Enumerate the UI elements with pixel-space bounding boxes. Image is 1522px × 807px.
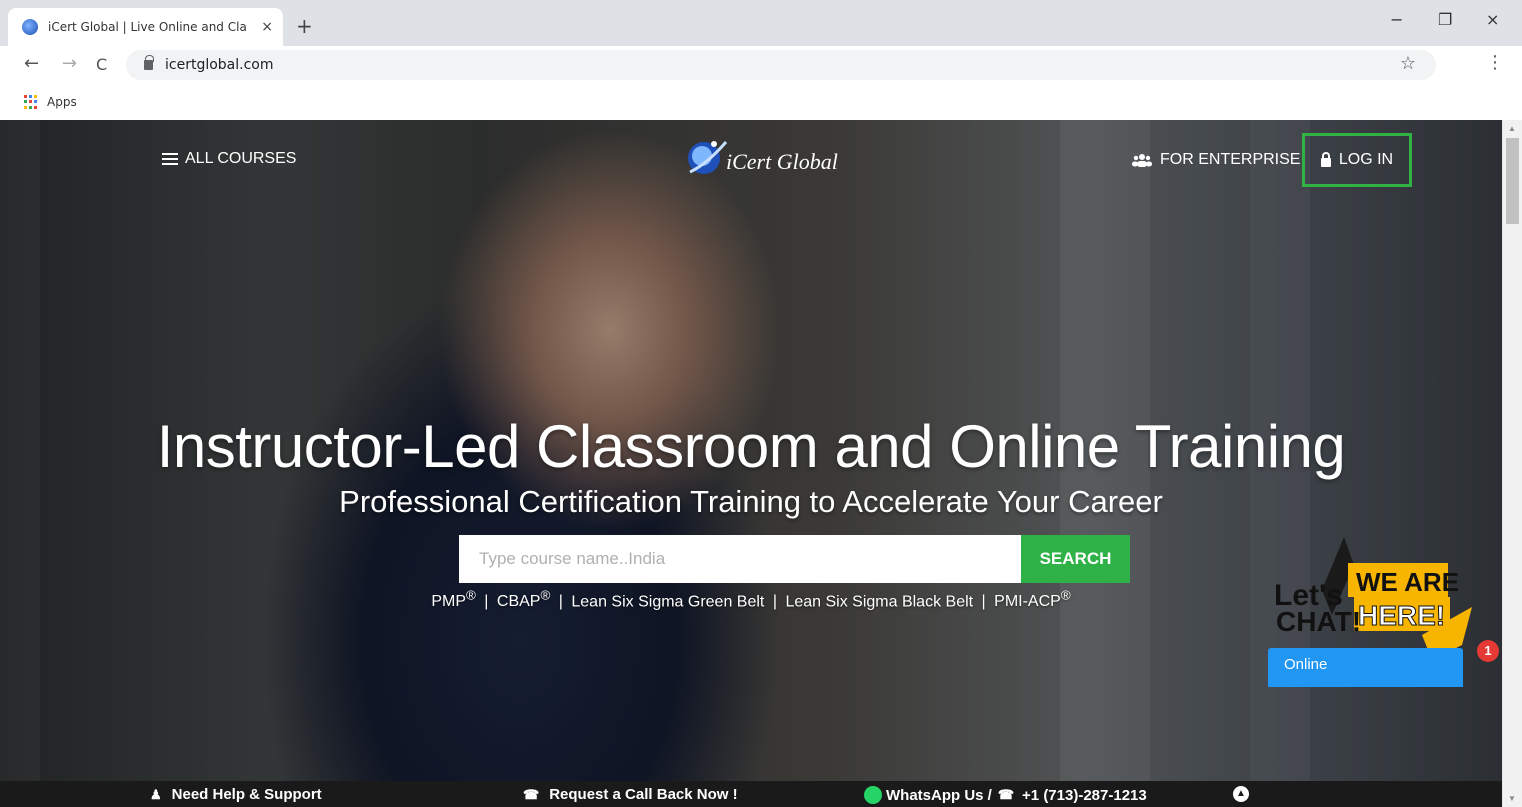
new-tab-button[interactable]: +: [296, 14, 313, 38]
site-logo[interactable]: iCert Global: [682, 134, 838, 178]
whatsapp-icon: [864, 786, 882, 804]
bookmark-star-icon[interactable]: ☆: [1400, 53, 1416, 74]
restore-button[interactable]: ❐: [1438, 10, 1452, 29]
user-icon: ♟: [150, 786, 162, 802]
course-link-pmi-acp[interactable]: PMI-ACP®: [994, 588, 1071, 610]
scroll-top-chevron-icon[interactable]: ▲: [1233, 786, 1249, 802]
for-enterprise-label: FOR ENTERPRISE: [1160, 151, 1301, 168]
page-scrollbar[interactable]: ▲ ▼: [1502, 120, 1522, 807]
tab-title: iCert Global | Live Online and Cla: [48, 20, 247, 34]
hero-section: ALL COURSES iCert Global FOR ENTERPRISE …: [0, 120, 1502, 807]
request-callback-link[interactable]: ☎ Request a Call Back Now !: [523, 786, 738, 803]
window-close-button[interactable]: ×: [1486, 10, 1499, 29]
search-button[interactable]: SEARCH: [1021, 535, 1130, 583]
login-label: LOG IN: [1338, 151, 1394, 168]
all-courses-label: ALL COURSES: [185, 150, 297, 167]
browser-tabstrip: iCert Global | Live Online and Cla × + −…: [0, 0, 1522, 46]
users-icon: [1132, 154, 1152, 167]
course-link-lssgb[interactable]: Lean Six Sigma Green Belt: [571, 593, 764, 610]
bottom-contact-bar: ♟ Need Help & Support ☎ Request a Call B…: [0, 781, 1502, 807]
minimize-button[interactable]: −: [1390, 10, 1403, 29]
course-search-input[interactable]: [459, 535, 1021, 583]
lock-icon: [1320, 151, 1331, 167]
chat-online-tab[interactable]: Online: [1268, 648, 1463, 687]
browser-toolbar: ← → C icertglobal.com ☆: [0, 46, 1522, 84]
for-enterprise-link[interactable]: FOR ENTERPRISE: [1132, 151, 1300, 169]
phone-icon: ☎: [523, 786, 540, 802]
chat-chat-text: CHAT!: [1276, 606, 1361, 637]
scroll-thumb[interactable]: [1506, 138, 1519, 224]
whatsapp-label: WhatsApp Us /: [886, 786, 992, 804]
address-url: icertglobal.com: [165, 57, 274, 73]
all-courses-menu[interactable]: ALL COURSES: [162, 150, 296, 168]
login-button[interactable]: LOG IN: [1302, 133, 1412, 187]
apps-grid-icon: [24, 94, 39, 110]
chat-here-text: HERE!: [1358, 600, 1445, 631]
course-link-lssbb[interactable]: Lean Six Sigma Black Belt: [785, 593, 973, 610]
address-bar[interactable]: icertglobal.com ☆: [126, 50, 1436, 80]
course-link-pmp[interactable]: PMP®: [431, 588, 476, 610]
scroll-down-arrow-icon[interactable]: ▼: [1508, 794, 1516, 803]
reload-icon[interactable]: C: [96, 55, 107, 74]
chat-notification-badge: 1: [1477, 640, 1499, 662]
hamburger-icon: [162, 153, 178, 165]
hero-subheadline: Professional Certification Training to A…: [339, 484, 1163, 519]
course-link-cbap[interactable]: CBAP®: [497, 588, 550, 610]
logo-text: iCert Global: [726, 149, 838, 174]
request-callback-label: Request a Call Back Now !: [549, 786, 738, 803]
bookmarks-bar: Apps: [0, 84, 1522, 120]
icert-logo-icon: [688, 141, 728, 174]
whatsapp-link[interactable]: WhatsApp Us / ☎ +1 (713)-287-1213: [864, 786, 1147, 804]
secure-lock-icon: [144, 55, 154, 70]
phone-icon: ☎: [997, 787, 1015, 802]
browser-tab[interactable]: iCert Global | Live Online and Cla ×: [8, 8, 283, 46]
scroll-up-arrow-icon[interactable]: ▲: [1508, 124, 1516, 133]
browser-menu-icon[interactable]: ⋮: [1486, 52, 1504, 73]
bookmark-apps[interactable]: Apps: [47, 95, 77, 109]
help-support-link[interactable]: ♟ Need Help & Support: [150, 786, 322, 803]
hero-headline: Instructor-Led Classroom and Online Trai…: [156, 413, 1346, 480]
chat-we-are-text: WE ARE: [1356, 567, 1459, 597]
help-support-label: Need Help & Support: [171, 786, 322, 803]
tab-close-icon[interactable]: ×: [261, 19, 273, 35]
back-arrow-icon[interactable]: ←: [24, 53, 39, 74]
site-favicon-icon: [22, 19, 38, 35]
forward-arrow-icon[interactable]: →: [62, 53, 77, 74]
phone-number: +1 (713)-287-1213: [1022, 786, 1147, 804]
